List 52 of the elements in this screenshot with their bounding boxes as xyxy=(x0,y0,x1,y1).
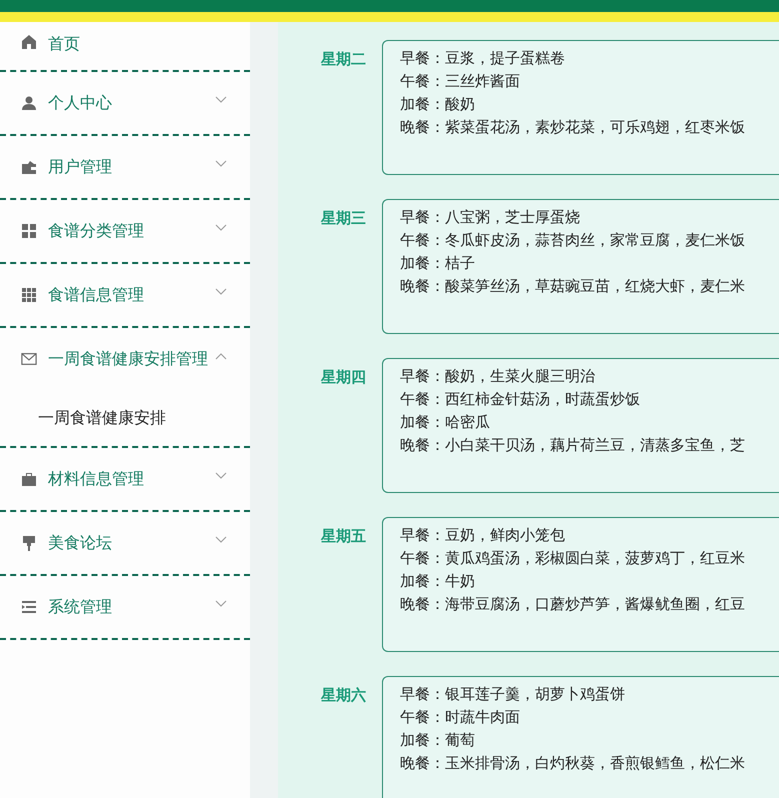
menu-item[interactable]: 食谱分类管理 xyxy=(0,200,250,262)
day-label: 星期三 xyxy=(320,208,367,229)
meal-line: 早餐：八宝粥，芝士厚蛋烧 xyxy=(400,207,580,228)
brush-icon xyxy=(21,535,37,551)
chevron-up-icon xyxy=(215,352,227,360)
menu-item[interactable]: 个人中心 xyxy=(0,72,250,134)
wallet-icon xyxy=(21,159,37,175)
meal-line: 晚餐：海带豆腐汤，口蘑炒芦笋，酱爆鱿鱼圈，红豆 xyxy=(400,594,745,615)
menu-item[interactable]: 一周食谱健康安排管理 xyxy=(0,328,250,390)
day-label: 星期六 xyxy=(320,685,367,706)
meal-line: 加餐：桔子 xyxy=(400,253,475,274)
chevron-down-icon xyxy=(215,472,227,480)
meal-line: 午餐：时蔬牛肉面 xyxy=(400,707,520,728)
meal-line: 晚餐：玉米排骨汤，白灼秋葵，香煎银鳕鱼，松仁米 xyxy=(400,753,745,774)
chevron-down-icon xyxy=(215,160,227,168)
meal-line: 早餐：银耳莲子羹，胡萝卜鸡蛋饼 xyxy=(400,684,625,705)
list-icon xyxy=(21,599,37,615)
menu-item[interactable]: 材料信息管理 xyxy=(0,448,250,510)
chevron-down-icon xyxy=(215,224,227,232)
menu-item[interactable]: 首页 xyxy=(0,22,250,70)
user-icon xyxy=(21,95,37,111)
menu-item[interactable]: 系统管理 xyxy=(0,576,250,638)
meal-line: 早餐：酸奶，生菜火腿三明治 xyxy=(400,366,595,387)
grid-icon xyxy=(21,223,37,239)
day-label: 星期二 xyxy=(320,49,367,70)
meal-line: 加餐：葡萄 xyxy=(400,730,475,751)
grid-icon xyxy=(21,287,37,303)
menu-item[interactable]: 美食论坛 xyxy=(0,512,250,574)
meal-line: 加餐：酸奶 xyxy=(400,94,475,115)
chevron-down-icon xyxy=(215,288,227,296)
chevron-down-icon xyxy=(215,536,227,544)
chevron-down-icon xyxy=(215,96,227,104)
meal-line: 午餐：冬瓜虾皮汤，蒜苔肉丝，家常豆腐，麦仁米饭 xyxy=(400,230,745,251)
meal-line: 早餐：豆浆，提子蛋糕卷 xyxy=(400,48,565,69)
day-label: 星期四 xyxy=(320,367,367,388)
chevron-down-icon xyxy=(215,600,227,608)
meal-line: 加餐：哈密瓜 xyxy=(400,412,490,433)
submenu-item[interactable]: 一周食谱健康安排 xyxy=(0,390,250,446)
meal-line: 加餐：牛奶 xyxy=(400,571,475,592)
meal-line: 午餐：黄瓜鸡蛋汤，彩椒圆白菜，菠萝鸡丁，红豆米 xyxy=(400,548,745,569)
meal-line: 晚餐：紫菜蛋花汤，素炒花菜，可乐鸡翅，红枣米饭 xyxy=(400,117,745,138)
home-icon xyxy=(21,34,37,50)
menu-item[interactable]: 食谱信息管理 xyxy=(0,264,250,326)
meal-line: 午餐：西红柿金针菇汤，时蔬蛋炒饭 xyxy=(400,389,640,410)
meal-line: 晚餐：小白菜干贝汤，藕片荷兰豆，清蒸多宝鱼，芝 xyxy=(400,435,745,456)
briefcase-icon xyxy=(21,471,37,487)
meal-line: 晚餐：酸菜笋丝汤，草菇豌豆苗，红烧大虾，麦仁米 xyxy=(400,276,745,297)
day-label: 星期五 xyxy=(320,526,367,547)
meal-line: 午餐：三丝炸酱面 xyxy=(400,71,520,92)
meal-line: 早餐：豆奶，鲜肉小笼包 xyxy=(400,525,565,546)
mail-icon xyxy=(21,351,37,367)
menu-item[interactable]: 用户管理 xyxy=(0,136,250,198)
